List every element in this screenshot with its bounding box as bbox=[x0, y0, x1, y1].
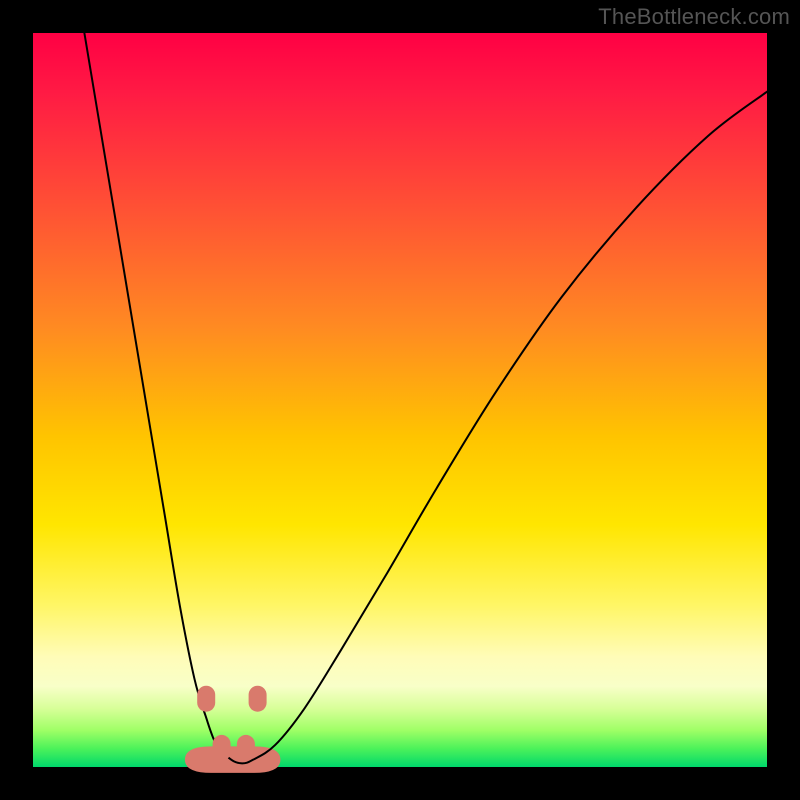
watermark-text: TheBottleneck.com bbox=[598, 4, 790, 30]
curve-marker bbox=[237, 735, 255, 761]
curve-line bbox=[84, 33, 767, 763]
plot-area bbox=[33, 33, 767, 767]
curve-marker bbox=[249, 686, 267, 712]
curve-marker bbox=[197, 686, 215, 712]
chart-frame: TheBottleneck.com bbox=[0, 0, 800, 800]
curve-marker bbox=[213, 735, 231, 761]
chart-svg bbox=[33, 33, 767, 767]
